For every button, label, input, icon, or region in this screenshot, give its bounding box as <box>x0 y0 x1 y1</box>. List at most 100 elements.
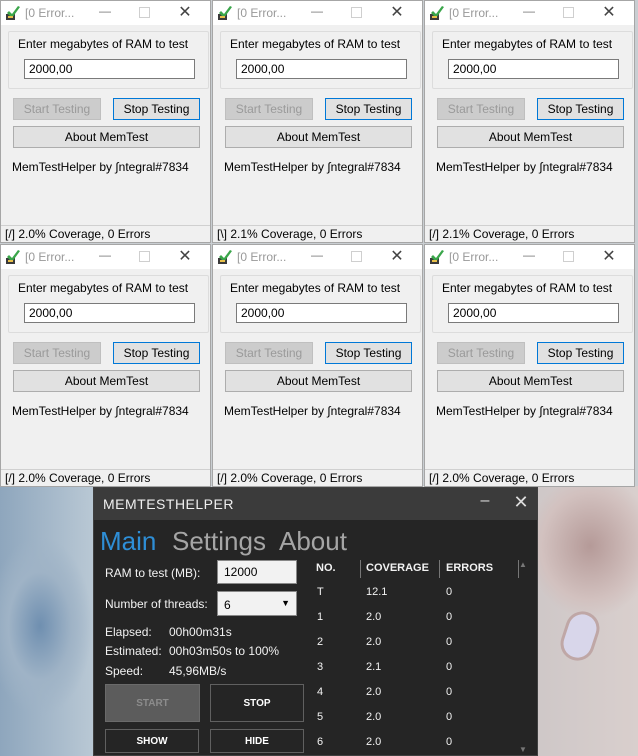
minimize-icon[interactable]: – <box>477 492 493 510</box>
stop-testing-button[interactable]: Stop Testing <box>325 98 412 120</box>
title-bar[interactable]: [0 Error... — ✕ <box>213 245 422 269</box>
ram-megabytes-input[interactable] <box>236 59 407 79</box>
close-icon[interactable]: ✕ <box>389 2 405 22</box>
close-icon[interactable]: ✕ <box>512 492 530 513</box>
about-memtest-button[interactable]: About MemTest <box>437 126 624 148</box>
status-bar: [/] 2.0% Coverage, 0 Errors <box>1 225 210 242</box>
show-button[interactable]: SHOW <box>105 729 199 753</box>
scroll-up-icon[interactable]: ▲ <box>519 560 527 569</box>
column-separator <box>360 560 361 578</box>
minimize-icon[interactable]: — <box>311 248 323 264</box>
start-button[interactable]: START <box>105 684 200 722</box>
column-header-no[interactable]: NO. <box>316 562 336 574</box>
memtesthelper-window[interactable]: MEMTESTHELPER – ✕ Main Settings About RA… <box>93 487 538 756</box>
stop-button[interactable]: STOP <box>210 684 304 722</box>
title-bar[interactable]: [0 Error... — ✕ <box>1 245 210 269</box>
status-bar: [\] 2.1% Coverage, 0 Errors <box>213 225 422 242</box>
start-testing-button[interactable]: Start Testing <box>437 342 525 364</box>
ram-megabytes-input[interactable] <box>24 303 195 323</box>
stop-testing-button[interactable]: Stop Testing <box>537 342 624 364</box>
row-number: 3 <box>317 661 324 673</box>
ram-label: Enter megabytes of RAM to test <box>230 281 401 295</box>
helper-title-bar[interactable]: MEMTESTHELPER – ✕ <box>94 488 537 520</box>
stop-testing-button[interactable]: Stop Testing <box>113 98 200 120</box>
tab-settings[interactable]: Settings <box>172 526 266 557</box>
scroll-down-icon[interactable]: ▼ <box>519 745 527 754</box>
elapsed-label: Elapsed: <box>105 625 152 639</box>
column-header-coverage[interactable]: COVERAGE <box>366 562 429 574</box>
title-bar[interactable]: [0 Error... — ✕ <box>425 245 634 269</box>
ram-megabytes-input[interactable] <box>24 59 195 79</box>
memtest-app-icon <box>218 250 232 264</box>
memtest-app-icon <box>218 6 232 20</box>
row-coverage: 2.0 <box>366 711 382 723</box>
memtest-window[interactable]: [0 Error... — ✕ Enter megabytes of RAM t… <box>424 244 635 487</box>
close-icon[interactable]: ✕ <box>601 246 617 266</box>
estimated-value: 00h03m50s to 100% <box>169 644 280 658</box>
hide-button[interactable]: HIDE <box>210 729 304 753</box>
about-memtest-button[interactable]: About MemTest <box>13 126 200 148</box>
minimize-icon[interactable]: — <box>311 4 323 20</box>
memtest-window[interactable]: [0 Error... — ✕ Enter megabytes of RAM t… <box>212 0 423 243</box>
row-errors: 0 <box>446 661 453 673</box>
stop-testing-button[interactable]: Stop Testing <box>537 98 624 120</box>
status-bar: [/] 2.1% Coverage, 0 Errors <box>425 225 634 242</box>
about-memtest-button[interactable]: About MemTest <box>225 126 412 148</box>
memtest-window[interactable]: [0 Error... — ✕ Enter megabytes of RAM t… <box>424 0 635 243</box>
row-errors: 0 <box>446 586 453 598</box>
start-testing-button[interactable]: Start Testing <box>13 342 101 364</box>
elapsed-value: 00h00m31s <box>169 625 232 639</box>
ram-megabytes-input[interactable] <box>236 303 407 323</box>
start-testing-button[interactable]: Start Testing <box>225 98 313 120</box>
about-memtest-button[interactable]: About MemTest <box>437 370 624 392</box>
stop-testing-button[interactable]: Stop Testing <box>325 342 412 364</box>
start-testing-button[interactable]: Start Testing <box>437 98 525 120</box>
window-title: [0 Error... <box>449 6 499 20</box>
close-icon[interactable]: ✕ <box>389 246 405 266</box>
column-header-errors[interactable]: ERRORS <box>446 562 493 574</box>
ram-label: Enter megabytes of RAM to test <box>442 281 613 295</box>
ram-megabytes-input[interactable] <box>448 303 619 323</box>
memtest-window[interactable]: [0 Error... — ✕ Enter megabytes of RAM t… <box>0 244 211 487</box>
memtest-window[interactable]: [0 Error... — ✕ Enter megabytes of RAM t… <box>0 0 211 243</box>
ram-group: Enter megabytes of RAM to test <box>8 31 209 89</box>
close-icon[interactable]: ✕ <box>177 246 193 266</box>
row-errors: 0 <box>446 736 453 748</box>
row-number: 4 <box>317 686 324 698</box>
ram-to-test-input[interactable] <box>217 560 297 584</box>
row-coverage: 2.1 <box>366 661 382 673</box>
title-bar[interactable]: [0 Error... — ✕ <box>425 1 634 25</box>
title-bar[interactable]: [0 Error... — ✕ <box>213 1 422 25</box>
row-errors: 0 <box>446 636 453 648</box>
ram-megabytes-input[interactable] <box>448 59 619 79</box>
ram-label: Enter megabytes of RAM to test <box>442 37 613 51</box>
tab-about[interactable]: About <box>279 526 347 557</box>
about-memtest-button[interactable]: About MemTest <box>225 370 412 392</box>
close-icon[interactable]: ✕ <box>177 2 193 22</box>
helper-title: MEMTESTHELPER <box>103 496 234 512</box>
start-testing-button[interactable]: Start Testing <box>13 98 101 120</box>
memtest-window[interactable]: [0 Error... — ✕ Enter megabytes of RAM t… <box>212 244 423 487</box>
maximize-icon <box>139 251 150 262</box>
minimize-icon[interactable]: — <box>99 4 111 20</box>
stop-testing-button[interactable]: Stop Testing <box>113 342 200 364</box>
minimize-icon[interactable]: — <box>99 248 111 264</box>
title-bar[interactable]: [0 Error... — ✕ <box>1 1 210 25</box>
window-title: [0 Error... <box>237 6 287 20</box>
row-number: T <box>317 586 324 598</box>
tab-main[interactable]: Main <box>100 526 156 557</box>
maximize-icon <box>351 251 362 262</box>
about-memtest-button[interactable]: About MemTest <box>13 370 200 392</box>
grid-scrollbar[interactable]: ▲ ▼ <box>519 560 529 755</box>
speed-label: Speed: <box>105 664 144 678</box>
memtest-app-icon <box>6 250 20 264</box>
window-title: [0 Error... <box>237 250 287 264</box>
minimize-icon[interactable]: — <box>523 4 535 20</box>
credit-text: MemTestHelper by ∫ntegral#7834 <box>12 160 189 174</box>
credit-text: MemTestHelper by ∫ntegral#7834 <box>436 404 613 418</box>
close-icon[interactable]: ✕ <box>601 2 617 22</box>
minimize-icon[interactable]: — <box>523 248 535 264</box>
threads-select[interactable]: 6 ▼ <box>217 591 297 616</box>
start-testing-button[interactable]: Start Testing <box>225 342 313 364</box>
row-errors: 0 <box>446 686 453 698</box>
